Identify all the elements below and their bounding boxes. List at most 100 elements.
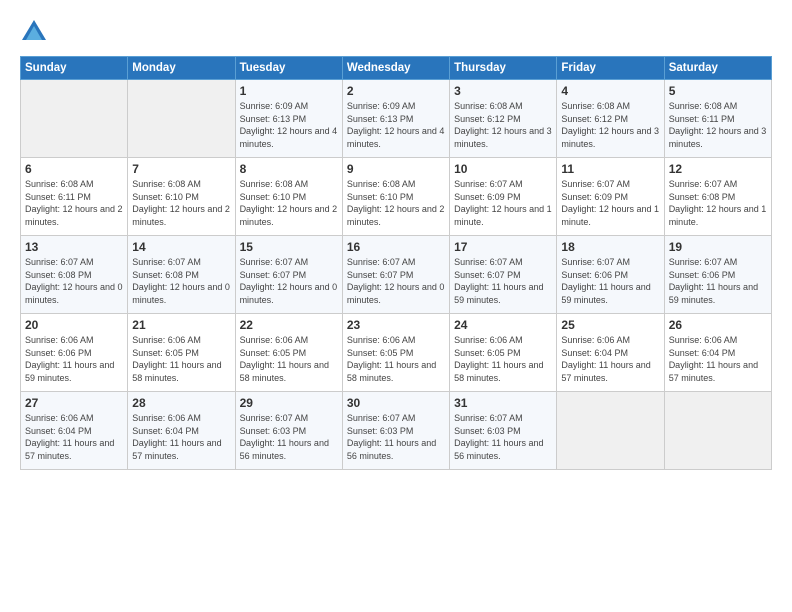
day-detail: Sunrise: 6:08 AMSunset: 6:10 PMDaylight:… (240, 178, 338, 228)
day-number: 28 (132, 396, 230, 410)
day-number: 9 (347, 162, 445, 176)
day-number: 11 (561, 162, 659, 176)
day-detail: Sunrise: 6:06 AMSunset: 6:05 PMDaylight:… (347, 334, 445, 384)
weekday-header-tuesday: Tuesday (235, 57, 342, 80)
day-detail: Sunrise: 6:06 AMSunset: 6:04 PMDaylight:… (25, 412, 123, 462)
calendar-cell (664, 392, 771, 470)
day-number: 5 (669, 84, 767, 98)
day-number: 18 (561, 240, 659, 254)
calendar-cell: 31 Sunrise: 6:07 AMSunset: 6:03 PMDayligh… (450, 392, 557, 470)
day-detail: Sunrise: 6:09 AMSunset: 6:13 PMDaylight:… (347, 100, 445, 150)
weekday-header-friday: Friday (557, 57, 664, 80)
day-detail: Sunrise: 6:07 AMSunset: 6:07 PMDaylight:… (240, 256, 338, 306)
day-number: 30 (347, 396, 445, 410)
calendar-cell: 4 Sunrise: 6:08 AMSunset: 6:12 PMDaylight… (557, 80, 664, 158)
day-number: 22 (240, 318, 338, 332)
day-number: 1 (240, 84, 338, 98)
calendar-cell: 29 Sunrise: 6:07 AMSunset: 6:03 PMDayligh… (235, 392, 342, 470)
day-number: 3 (454, 84, 552, 98)
calendar-cell: 14 Sunrise: 6:07 AMSunset: 6:08 PMDayligh… (128, 236, 235, 314)
day-number: 7 (132, 162, 230, 176)
day-detail: Sunrise: 6:07 AMSunset: 6:06 PMDaylight:… (669, 256, 767, 306)
calendar-cell: 2 Sunrise: 6:09 AMSunset: 6:13 PMDaylight… (342, 80, 449, 158)
day-detail: Sunrise: 6:08 AMSunset: 6:10 PMDaylight:… (347, 178, 445, 228)
calendar-week-row: 13 Sunrise: 6:07 AMSunset: 6:08 PMDayligh… (21, 236, 772, 314)
weekday-header-sunday: Sunday (21, 57, 128, 80)
day-detail: Sunrise: 6:08 AMSunset: 6:11 PMDaylight:… (25, 178, 123, 228)
day-detail: Sunrise: 6:06 AMSunset: 6:04 PMDaylight:… (669, 334, 767, 384)
day-detail: Sunrise: 6:06 AMSunset: 6:04 PMDaylight:… (561, 334, 659, 384)
weekday-header-saturday: Saturday (664, 57, 771, 80)
calendar-cell: 9 Sunrise: 6:08 AMSunset: 6:10 PMDaylight… (342, 158, 449, 236)
day-number: 23 (347, 318, 445, 332)
day-number: 27 (25, 396, 123, 410)
weekday-header-thursday: Thursday (450, 57, 557, 80)
day-detail: Sunrise: 6:07 AMSunset: 6:09 PMDaylight:… (561, 178, 659, 228)
calendar-cell: 8Sunrise: 6:08 AMSunset: 6:10 PMDaylight… (235, 158, 342, 236)
calendar-cell: 16 Sunrise: 6:07 AMSunset: 6:07 PMDayligh… (342, 236, 449, 314)
day-detail: Sunrise: 6:06 AMSunset: 6:06 PMDaylight:… (25, 334, 123, 384)
calendar-week-row: 27 Sunrise: 6:06 AMSunset: 6:04 PMDayligh… (21, 392, 772, 470)
calendar-cell (128, 80, 235, 158)
calendar-cell: 25Sunrise: 6:06 AMSunset: 6:04 PMDayligh… (557, 314, 664, 392)
day-detail: Sunrise: 6:07 AMSunset: 6:08 PMDaylight:… (132, 256, 230, 306)
header (20, 18, 772, 46)
calendar-cell: 24 Sunrise: 6:06 AMSunset: 6:05 PMDayligh… (450, 314, 557, 392)
page: SundayMondayTuesdayWednesdayThursdayFrid… (0, 0, 792, 612)
day-detail: Sunrise: 6:08 AMSunset: 6:12 PMDaylight:… (454, 100, 552, 150)
day-number: 6 (25, 162, 123, 176)
day-detail: Sunrise: 6:08 AMSunset: 6:12 PMDaylight:… (561, 100, 659, 150)
calendar-cell: 7 Sunrise: 6:08 AMSunset: 6:10 PMDaylight… (128, 158, 235, 236)
logo-icon (20, 18, 48, 46)
calendar-cell: 22 Sunrise: 6:06 AMSunset: 6:05 PMDayligh… (235, 314, 342, 392)
day-detail: Sunrise: 6:07 AMSunset: 6:08 PMDaylight:… (25, 256, 123, 306)
day-detail: Sunrise: 6:08 AMSunset: 6:11 PMDaylight:… (669, 100, 767, 150)
calendar-cell: 3 Sunrise: 6:08 AMSunset: 6:12 PMDaylight… (450, 80, 557, 158)
calendar-cell: 1Sunrise: 6:09 AMSunset: 6:13 PMDaylight… (235, 80, 342, 158)
day-detail: Sunrise: 6:06 AMSunset: 6:05 PMDaylight:… (454, 334, 552, 384)
day-number: 20 (25, 318, 123, 332)
calendar-week-row: 1 Sunrise: 6:09 AMSunset: 6:13 PMDaylight… (21, 80, 772, 158)
day-detail: Sunrise: 6:07 AMSunset: 6:08 PMDaylight:… (669, 178, 767, 228)
day-number: 12 (669, 162, 767, 176)
calendar-cell (557, 392, 664, 470)
day-number: 4 (561, 84, 659, 98)
logo (20, 18, 52, 46)
day-detail: Sunrise: 6:07 AMSunset: 6:03 PMDaylight:… (240, 412, 338, 462)
calendar-cell: 13 Sunrise: 6:07 AMSunset: 6:08 PMDayligh… (21, 236, 128, 314)
day-detail: Sunrise: 6:08 AMSunset: 6:10 PMDaylight:… (132, 178, 230, 228)
day-number: 13 (25, 240, 123, 254)
weekday-header-wednesday: Wednesday (342, 57, 449, 80)
day-detail: Sunrise: 6:07 AMSunset: 6:06 PMDaylight:… (561, 256, 659, 306)
day-number: 14 (132, 240, 230, 254)
day-number: 2 (347, 84, 445, 98)
day-number: 16 (347, 240, 445, 254)
calendar-cell: 12 Sunrise: 6:07 AMSunset: 6:08 PMDayligh… (664, 158, 771, 236)
day-number: 17 (454, 240, 552, 254)
calendar-cell: 6 Sunrise: 6:08 AMSunset: 6:11 PMDaylight… (21, 158, 128, 236)
day-number: 24 (454, 318, 552, 332)
calendar-table: SundayMondayTuesdayWednesdayThursdayFrid… (20, 56, 772, 470)
day-detail: Sunrise: 6:07 AMSunset: 6:07 PMDaylight:… (347, 256, 445, 306)
day-detail: Sunrise: 6:06 AMSunset: 6:05 PMDaylight:… (240, 334, 338, 384)
calendar-cell: 21 Sunrise: 6:06 AMSunset: 6:05 PMDayligh… (128, 314, 235, 392)
day-detail: Sunrise: 6:07 AMSunset: 6:03 PMDaylight:… (454, 412, 552, 462)
day-detail: Sunrise: 6:07 AMSunset: 6:09 PMDaylight:… (454, 178, 552, 228)
calendar-cell: 28 Sunrise: 6:06 AMSunset: 6:04 PMDayligh… (128, 392, 235, 470)
day-number: 19 (669, 240, 767, 254)
day-number: 10 (454, 162, 552, 176)
day-number: 31 (454, 396, 552, 410)
calendar-cell: 27 Sunrise: 6:06 AMSunset: 6:04 PMDayligh… (21, 392, 128, 470)
day-detail: Sunrise: 6:07 AMSunset: 6:07 PMDaylight:… (454, 256, 552, 306)
weekday-header-monday: Monday (128, 57, 235, 80)
calendar-week-row: 20 Sunrise: 6:06 AMSunset: 6:06 PMDayligh… (21, 314, 772, 392)
calendar-cell: 26 Sunrise: 6:06 AMSunset: 6:04 PMDayligh… (664, 314, 771, 392)
day-number: 21 (132, 318, 230, 332)
calendar-cell: 15Sunrise: 6:07 AMSunset: 6:07 PMDayligh… (235, 236, 342, 314)
day-detail: Sunrise: 6:06 AMSunset: 6:05 PMDaylight:… (132, 334, 230, 384)
calendar-cell: 19 Sunrise: 6:07 AMSunset: 6:06 PMDayligh… (664, 236, 771, 314)
day-number: 26 (669, 318, 767, 332)
day-number: 29 (240, 396, 338, 410)
calendar-cell: 30Sunrise: 6:07 AMSunset: 6:03 PMDayligh… (342, 392, 449, 470)
day-detail: Sunrise: 6:06 AMSunset: 6:04 PMDaylight:… (132, 412, 230, 462)
